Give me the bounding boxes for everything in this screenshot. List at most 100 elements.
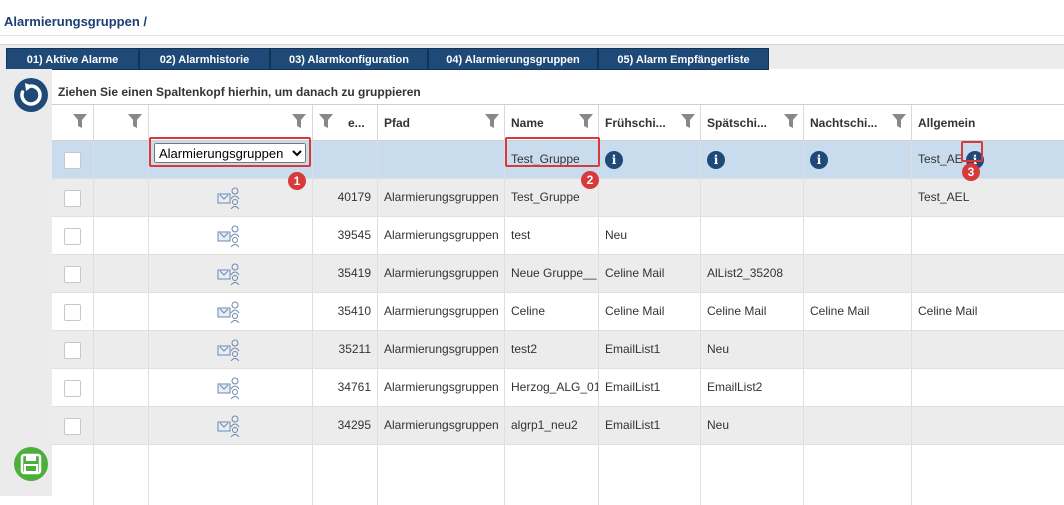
header-id[interactable]: e... <box>313 105 378 141</box>
header-name[interactable]: Name <box>505 105 599 141</box>
cell-general <box>912 369 1064 406</box>
cell-id: 39545 <box>313 217 378 254</box>
cell-early: EmailList1 <box>599 407 701 444</box>
cell-general: Celine Mail <box>918 304 978 318</box>
row-checkbox[interactable] <box>64 190 81 207</box>
cell-night <box>804 331 912 368</box>
header-path-label: Pfad <box>384 116 411 130</box>
cell-path: Alarmierungsgruppen <box>378 293 505 330</box>
cell-late <box>701 217 804 254</box>
cell-name: test2 <box>505 331 599 368</box>
table-row[interactable]: 35410 Alarmierungsgruppen Celine Celine Mai… <box>52 293 1064 331</box>
header-general-label: Allgemein <box>918 116 976 130</box>
cell-name: Celine <box>505 293 599 330</box>
row-checkbox[interactable] <box>64 342 81 359</box>
cell-name: algrp1_neu2 <box>505 407 599 444</box>
table-row[interactable]: 39545 Alarmierungsgruppen test Neu <box>52 217 1064 255</box>
cell-path: Alarmierungsgruppen <box>378 255 505 292</box>
row-checkbox[interactable] <box>64 380 81 397</box>
header-action <box>94 105 149 141</box>
cell-late: EmailList2 <box>701 369 804 406</box>
cell-general <box>912 407 1064 444</box>
header-name-label: Name <box>511 116 544 130</box>
cell-id: 34295 <box>313 407 378 444</box>
row-checkbox[interactable] <box>64 228 81 245</box>
cell-id: 40179 <box>313 179 378 216</box>
save-icon <box>20 453 42 475</box>
cell-early: Celine Mail <box>599 293 701 330</box>
cell-id: 35410 <box>313 293 378 330</box>
table-row[interactable]: 35419 Alarmierungsgruppen Neue Gruppe__ Cel… <box>52 255 1064 293</box>
cell-early: EmailList1 <box>599 331 701 368</box>
cell-early: Celine Mail <box>599 255 701 292</box>
table-row[interactable]: 34761 Alarmierungsgruppen Herzog_ALG_01 Ema… <box>52 369 1064 407</box>
cell-path: Alarmierungsgruppen <box>378 331 505 368</box>
cell-night <box>804 369 912 406</box>
cell-night <box>804 179 912 216</box>
marker-2: 2 <box>581 171 599 189</box>
filter-icon[interactable] <box>784 114 798 128</box>
tab-bar: 01) Aktive Alarme 02) Alarmhistorie 03) … <box>0 44 1064 70</box>
filter-icon[interactable] <box>128 114 142 128</box>
info-icon[interactable]: i <box>707 150 725 169</box>
table-row[interactable]: 35211 Alarmierungsgruppen test2 EmailList1 N… <box>52 331 1064 369</box>
row-checkbox[interactable] <box>64 418 81 435</box>
cell-general <box>912 255 1064 292</box>
row-checkbox[interactable] <box>64 266 81 283</box>
cell-path: Alarmierungsgruppen <box>378 407 505 444</box>
filter-icon[interactable] <box>681 114 695 128</box>
filter-icon[interactable] <box>73 114 87 128</box>
tab-alarmkonfiguration[interactable]: 03) Alarmkonfiguration <box>270 48 428 70</box>
cell-late: AlList2_35208 <box>701 255 804 292</box>
row-checkbox[interactable] <box>64 304 81 321</box>
save-button[interactable] <box>14 447 48 481</box>
info-icon[interactable]: i <box>810 150 828 169</box>
cell-name: Neue Gruppe__ <box>505 255 599 292</box>
header-general[interactable]: Allgemein <box>912 105 1064 141</box>
group-by-hint[interactable]: Ziehen Sie einen Spaltenkopf hierhin, um… <box>52 80 1064 104</box>
header-night-shift-label: Nachtschi... <box>810 116 878 130</box>
cell-path: Alarmierungsgruppen <box>378 369 505 406</box>
cell-night: Celine Mail <box>804 293 912 330</box>
filter-icon[interactable] <box>292 114 306 128</box>
tab-alarmierungsgruppen[interactable]: 04) Alarmierungsgruppen <box>428 48 598 70</box>
cell-general <box>912 217 1064 254</box>
tab-alarmhistorie[interactable]: 02) Alarmhistorie <box>139 48 270 70</box>
table-row[interactable]: 40179 Alarmierungsgruppen Test_Gruppe Test_… <box>52 179 1064 217</box>
cell-early: EmailList1 <box>599 369 701 406</box>
header-late-shift[interactable]: Spätschi... <box>701 105 804 141</box>
row-checkbox[interactable] <box>64 152 81 169</box>
cell-id: 34761 <box>313 369 378 406</box>
left-toolbar <box>0 69 52 496</box>
header-early-shift-label: Frühschi... <box>605 116 666 130</box>
table-row[interactable]: 34295 Alarmierungsgruppen algrp1_neu2 Email… <box>52 407 1064 445</box>
filter-icon[interactable] <box>892 114 906 128</box>
info-icon[interactable]: i <box>605 150 623 169</box>
breadcrumb: Alarmierungsgruppen / <box>0 8 1064 36</box>
cell-name: Herzog_ALG_01 <box>505 369 599 406</box>
header-late-shift-label: Spätschi... <box>707 116 768 130</box>
cell-late: Neu <box>701 407 804 444</box>
highlight-box-info <box>961 141 983 162</box>
header-id-label: e... <box>348 116 365 130</box>
header-select <box>52 105 94 141</box>
cell-path: Alarmierungsgruppen <box>378 179 505 216</box>
header-night-shift[interactable]: Nachtschi... <box>804 105 912 141</box>
filter-icon[interactable] <box>319 114 333 128</box>
marker-1: 1 <box>288 172 306 190</box>
header-type <box>149 105 313 141</box>
cell-path: Alarmierungsgruppen <box>378 217 505 254</box>
grid-empty-area <box>52 445 1064 505</box>
tab-aktive-alarme[interactable]: 01) Aktive Alarme <box>6 48 139 70</box>
refresh-button[interactable] <box>14 78 48 112</box>
cell-name: test <box>505 217 599 254</box>
tab-alarm-empfaengerliste[interactable]: 05) Alarm Empfängerliste <box>598 48 769 70</box>
cell-early <box>599 179 701 216</box>
cell-night <box>804 407 912 444</box>
header-early-shift[interactable]: Frühschi... <box>599 105 701 141</box>
cell-early: Neu <box>599 217 701 254</box>
header-path[interactable]: Pfad <box>378 105 505 141</box>
edit-general-value: Test_AE <box>918 152 963 166</box>
filter-icon[interactable] <box>485 114 499 128</box>
filter-icon[interactable] <box>579 114 593 128</box>
